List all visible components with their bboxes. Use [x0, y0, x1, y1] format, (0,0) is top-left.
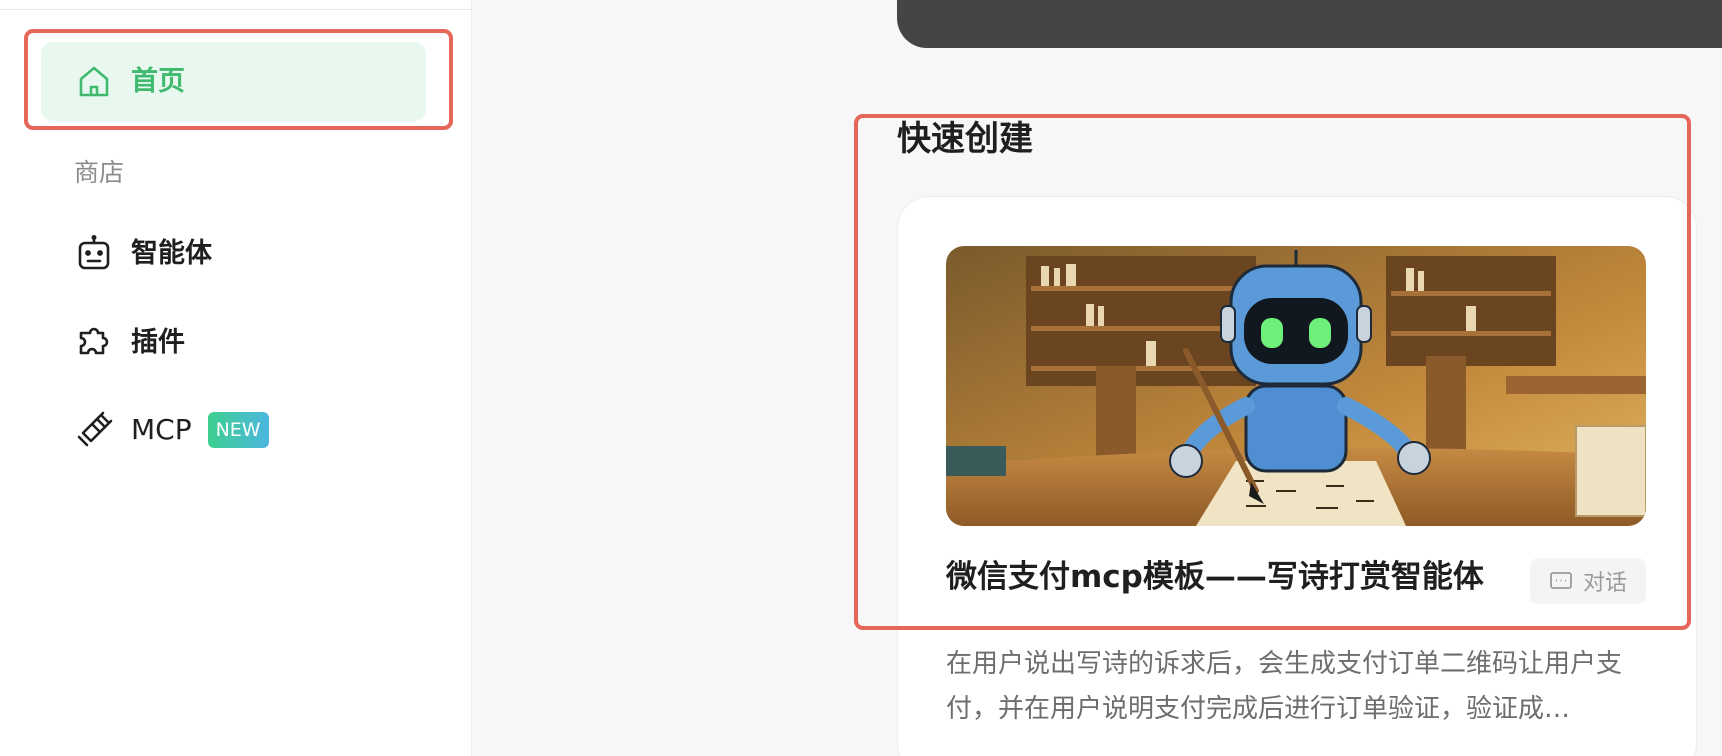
sidebar-item-agent[interactable]: 智能体 [41, 219, 426, 287]
card-title: 微信支付mcp模板——写诗打赏智能体 [946, 559, 1484, 595]
new-badge: NEW [207, 412, 269, 448]
card-image[interactable] [946, 246, 1646, 526]
sidebar-item-label: 智能体 [131, 237, 212, 269]
puzzle-icon [75, 323, 113, 361]
chat-button-label: 对话 [1582, 571, 1627, 596]
divider [0, 9, 472, 10]
section-title-store: 商店 [74, 158, 125, 187]
sidebar-item-plugin[interactable]: 插件 [41, 308, 426, 376]
top-banner[interactable] [897, 0, 1722, 48]
sidebar-item-label: 插件 [131, 326, 185, 358]
sidebar-item-mcp[interactable]: MCP NEW [41, 396, 426, 464]
sidebar: 首页 商店 智能体 插件 MCP NEW [0, 0, 472, 756]
chat-icon [1549, 569, 1573, 593]
sidebar-item-label: MCP [131, 413, 192, 446]
link-icon [75, 411, 113, 449]
chat-button[interactable]: 对话 [1530, 558, 1646, 604]
section-heading: 快速创建 [897, 119, 1033, 159]
card-description: 在用户说出写诗的诉求后，会生成支付订单二维码让用户支付，并在用户说明支付完成后进… [946, 649, 1623, 724]
annotation-highlight [24, 29, 453, 130]
robot-icon [75, 234, 113, 272]
